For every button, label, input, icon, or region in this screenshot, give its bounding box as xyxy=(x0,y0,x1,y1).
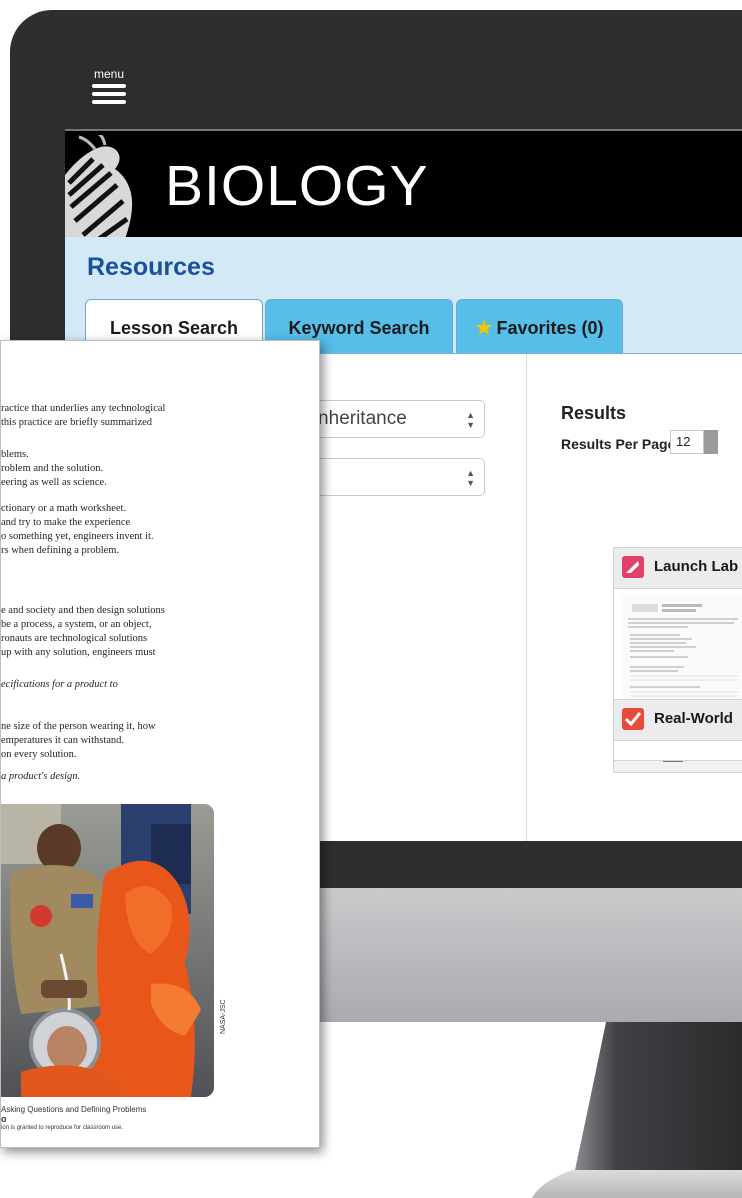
worksheet-text: be a process, a system, or an object, xyxy=(1,619,152,630)
worksheet-italic-text: a product's design. xyxy=(1,771,81,782)
subject-banner: BIOLOGY xyxy=(65,129,742,239)
worksheet-text: this practice are briefly summarized xyxy=(1,417,153,428)
result-card[interactable]: Real-World xyxy=(613,699,742,761)
panel-divider xyxy=(526,354,527,841)
result-card-header: Real-World xyxy=(614,700,742,741)
worksheet-text: ractice that underlies any technological xyxy=(1,403,166,414)
resources-title: Resources xyxy=(87,253,215,281)
results-per-page-value: 12 xyxy=(676,434,691,449)
star-icon: ★ xyxy=(475,318,493,339)
launch-lab-icon xyxy=(622,556,644,578)
result-card-header: Launch Lab xyxy=(614,548,742,589)
results-per-page-select[interactable]: 12 xyxy=(670,430,704,454)
worksheet-footer-note: ion is granted to reproduce for classroo… xyxy=(1,1125,124,1131)
updown-arrows-icon: ▲ ▼ xyxy=(466,410,475,430)
worksheet-footer-title: Asking Questions and Defining Problems xyxy=(1,1105,147,1114)
tab-label: Keyword Search xyxy=(288,318,430,338)
tab-label: Favorites (0) xyxy=(496,318,604,338)
result-card-title: Real-World xyxy=(654,710,733,727)
worksheet-text: and try to make the experience xyxy=(1,517,131,528)
banner-title: BIOLOGY xyxy=(165,154,429,218)
checkmark-icon xyxy=(622,708,644,730)
worksheet-text: o something yet, engineers invent it. xyxy=(1,531,154,542)
photo-credit: NASA-JSC xyxy=(220,999,227,1034)
worksheet-italic-text: ecifications for a product to xyxy=(1,679,118,690)
menu-button[interactable]: menu xyxy=(89,67,129,113)
top-bar: menu xyxy=(65,65,742,129)
worksheet-text: ne size of the person wearing it, how xyxy=(1,721,156,732)
worksheet-text: roblem and the solution. xyxy=(1,463,104,474)
worksheet-text: e and society and then design solutions xyxy=(1,605,165,616)
tab-favorites[interactable]: ★ Favorites (0) xyxy=(456,299,623,353)
worksheet-text: on every solution. xyxy=(1,749,77,760)
resources-header: Resources Lesson Search Keyword Search ★… xyxy=(65,237,742,355)
astronaut-photo xyxy=(1,804,214,1097)
tab-label: Lesson Search xyxy=(109,318,239,338)
results-per-page-label: Results Per Page xyxy=(561,436,676,452)
worksheet-footer-bold: o xyxy=(1,1114,7,1124)
zebra-logo-icon xyxy=(65,135,133,239)
worksheet-thumbnail[interactable] xyxy=(622,596,742,716)
worksheet-text: ctionary or a math worksheet. xyxy=(1,503,127,514)
result-card-title: Launch Lab xyxy=(654,558,739,575)
menu-label: menu xyxy=(93,67,125,81)
worksheet-text: eering as well as science. xyxy=(1,477,107,488)
updown-arrows-icon: ▲ ▼ xyxy=(466,468,475,488)
worksheet-text: up with any solution, engineers must xyxy=(1,647,156,658)
worksheet-text: blems. xyxy=(1,449,29,460)
results-title: Results xyxy=(561,403,627,423)
worksheet-text: rs when defining a problem. xyxy=(1,545,120,556)
worksheet-text: emperatures it can withstand. xyxy=(1,735,125,746)
worksheet-page: ractice that underlies any technological… xyxy=(0,340,320,1148)
results-per-page-arrow[interactable] xyxy=(704,430,718,454)
worksheet-text: ronauts are technological solutions xyxy=(1,633,148,644)
